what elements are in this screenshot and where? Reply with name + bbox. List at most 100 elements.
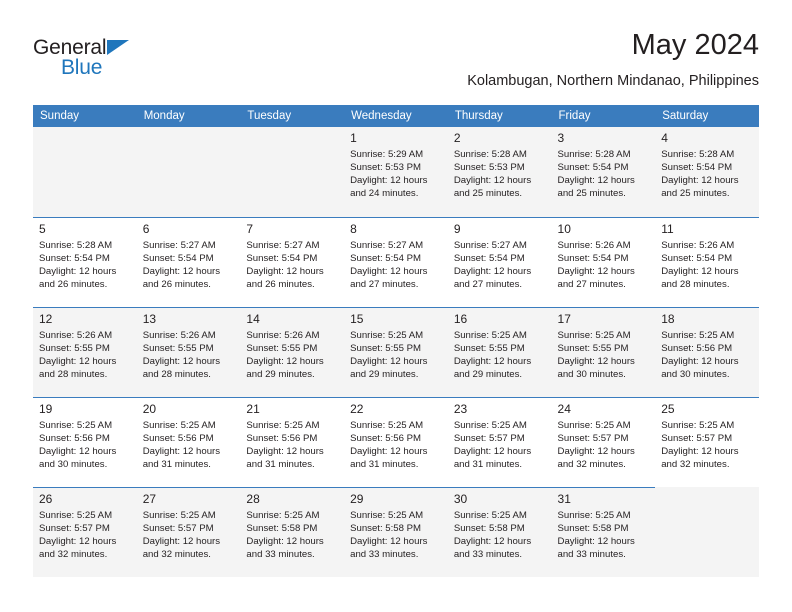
daylight-text-line2: and 33 minutes. bbox=[557, 549, 626, 561]
daylight-text-line1: Daylight: 12 hours bbox=[142, 536, 221, 548]
sunset-text: Sunset: 5:54 PM bbox=[453, 253, 525, 265]
calendar-day-cell[interactable]: 5 Sunrise: 5:28 AM Sunset: 5:54 PM Daylight… bbox=[33, 217, 137, 307]
sunset-text: Sunset: 5:58 PM bbox=[246, 523, 318, 535]
sunrise-text: Sunrise: 5:25 AM bbox=[661, 420, 735, 431]
calendar-day-cell[interactable]: 6 Sunrise: 5:27 AM Sunset: 5:54 PM Daylight… bbox=[136, 217, 241, 307]
calendar-day-cell[interactable]: 27 Sunrise: 5:25 AM Sunset: 5:57 PM Dayligh… bbox=[136, 487, 241, 577]
day-sun-info: Sunrise: 5:27 AM Sunset: 5:54 PM Daylight:… bbox=[454, 239, 546, 291]
calendar-day-cell[interactable]: 11 Sunrise: 5:26 AM Sunset: 5:54 PM Dayligh… bbox=[655, 217, 759, 307]
day-sun-info: Sunrise: 5:28 AM Sunset: 5:54 PM Daylight:… bbox=[558, 148, 650, 200]
daylight-text-line2: and 25 minutes. bbox=[557, 188, 626, 200]
calendar-day-cell[interactable]: 1 Sunrise: 5:29 AM Sunset: 5:53 PM Daylight… bbox=[344, 127, 448, 217]
sunset-text: Sunset: 5:56 PM bbox=[246, 433, 318, 445]
sunset-text: Sunset: 5:57 PM bbox=[39, 523, 110, 535]
calendar-day-cell[interactable]: 20 Sunrise: 5:25 AM Sunset: 5:56 PM Dayligh… bbox=[136, 397, 241, 487]
day-cell-inner: 27 Sunrise: 5:25 AM Sunset: 5:57 PM Dayligh… bbox=[136, 487, 241, 577]
calendar-day-cell[interactable]: 16 Sunrise: 5:25 AM Sunset: 5:55 PM Dayligh… bbox=[447, 307, 552, 397]
daylight-text-line1: Daylight: 12 hours bbox=[453, 266, 532, 278]
day-number: 31 bbox=[557, 492, 571, 506]
sunset-text: Sunset: 5:56 PM bbox=[39, 433, 110, 445]
daylight-text-line1: Daylight: 12 hours bbox=[142, 356, 221, 368]
calendar-day-cell[interactable]: 2 Sunrise: 5:28 AM Sunset: 5:53 PM Daylight… bbox=[447, 127, 552, 217]
day-sun-info: Sunrise: 5:25 AM Sunset: 5:58 PM Daylight:… bbox=[558, 509, 650, 561]
calendar-day-cell[interactable]: 28 Sunrise: 5:25 AM Sunset: 5:58 PM Dayligh… bbox=[240, 487, 345, 577]
day-number bbox=[661, 487, 753, 494]
daylight-text-line1: Daylight: 12 hours bbox=[557, 446, 635, 458]
day-number: 2 bbox=[453, 131, 461, 145]
sunrise-text: Sunrise: 5:27 AM bbox=[453, 240, 527, 251]
day-cell-inner: 18 Sunrise: 5:25 AM Sunset: 5:56 PM Dayligh… bbox=[655, 307, 759, 397]
day-cell-inner: 4 Sunrise: 5:28 AM Sunset: 5:54 PM Daylight… bbox=[655, 127, 759, 217]
daylight-text-line1: Daylight: 12 hours bbox=[661, 266, 739, 278]
sunrise-sunset-calendar: Sunday Monday Tuesday Wednesday Thursday… bbox=[33, 105, 759, 577]
calendar-day-cell[interactable]: 4 Sunrise: 5:28 AM Sunset: 5:54 PM Daylight… bbox=[655, 127, 759, 217]
sunrise-text: Sunrise: 5:27 AM bbox=[142, 240, 216, 251]
day-cell-inner: 24 Sunrise: 5:25 AM Sunset: 5:57 PM Dayligh… bbox=[551, 397, 656, 487]
day-cell-inner: 21 Sunrise: 5:25 AM Sunset: 5:56 PM Dayligh… bbox=[240, 397, 345, 487]
daylight-text-line2: and 25 minutes. bbox=[453, 188, 523, 200]
day-number bbox=[39, 127, 131, 134]
calendar-day-cell[interactable]: 31 Sunrise: 5:25 AM Sunset: 5:58 PM Dayligh… bbox=[551, 487, 656, 577]
calendar-day-cell[interactable]: 19 Sunrise: 5:25 AM Sunset: 5:56 PM Dayligh… bbox=[33, 397, 137, 487]
daylight-text-line1: Daylight: 12 hours bbox=[661, 356, 739, 368]
day-sun-info: Sunrise: 5:25 AM Sunset: 5:55 PM Daylight:… bbox=[350, 329, 442, 381]
day-cell-inner: 11 Sunrise: 5:26 AM Sunset: 5:54 PM Dayligh… bbox=[655, 217, 759, 307]
day-sun-info: Sunrise: 5:26 AM Sunset: 5:55 PM Daylight:… bbox=[39, 329, 131, 381]
calendar-day-cell[interactable]: 3 Sunrise: 5:28 AM Sunset: 5:54 PM Daylight… bbox=[551, 127, 656, 217]
daylight-text-line1: Daylight: 12 hours bbox=[142, 266, 221, 278]
sunset-text: Sunset: 5:57 PM bbox=[557, 433, 629, 445]
calendar-day-cell[interactable]: 23 Sunrise: 5:25 AM Sunset: 5:57 PM Dayligh… bbox=[447, 397, 552, 487]
calendar-day-cell[interactable]: 15 Sunrise: 5:25 AM Sunset: 5:55 PM Dayligh… bbox=[344, 307, 448, 397]
day-number: 24 bbox=[557, 402, 571, 416]
calendar-cell-empty bbox=[136, 127, 241, 217]
day-sun-info: Sunrise: 5:25 AM Sunset: 5:56 PM Daylight:… bbox=[143, 419, 235, 471]
daylight-text-line1: Daylight: 12 hours bbox=[453, 446, 532, 458]
calendar-day-cell[interactable]: 12 Sunrise: 5:26 AM Sunset: 5:55 PM Dayligh… bbox=[33, 307, 137, 397]
sunset-text: Sunset: 5:57 PM bbox=[661, 433, 733, 445]
calendar-day-cell[interactable]: 14 Sunrise: 5:26 AM Sunset: 5:55 PM Dayligh… bbox=[240, 307, 345, 397]
daylight-text-line1: Daylight: 12 hours bbox=[557, 175, 635, 187]
daylight-text-line2: and 26 minutes. bbox=[246, 279, 315, 291]
weekday-header-thursday: Thursday bbox=[447, 105, 552, 127]
daylight-text-line2: and 32 minutes. bbox=[142, 549, 211, 561]
calendar-day-cell[interactable]: 21 Sunrise: 5:25 AM Sunset: 5:56 PM Dayligh… bbox=[240, 397, 345, 487]
calendar-day-cell[interactable]: 30 Sunrise: 5:25 AM Sunset: 5:58 PM Dayligh… bbox=[447, 487, 552, 577]
calendar-day-cell[interactable]: 10 Sunrise: 5:26 AM Sunset: 5:54 PM Dayligh… bbox=[551, 217, 656, 307]
day-sun-info: Sunrise: 5:25 AM Sunset: 5:57 PM Daylight:… bbox=[661, 419, 753, 471]
calendar-day-cell[interactable]: 9 Sunrise: 5:27 AM Sunset: 5:54 PM Daylight… bbox=[447, 217, 552, 307]
calendar-day-cell[interactable]: 26 Sunrise: 5:25 AM Sunset: 5:57 PM Dayligh… bbox=[33, 487, 137, 577]
daylight-text-line2: and 31 minutes. bbox=[142, 459, 211, 471]
calendar-day-cell[interactable]: 29 Sunrise: 5:25 AM Sunset: 5:58 PM Dayligh… bbox=[344, 487, 448, 577]
day-cell-inner: 20 Sunrise: 5:25 AM Sunset: 5:56 PM Dayligh… bbox=[136, 397, 241, 487]
calendar-body: 1 Sunrise: 5:29 AM Sunset: 5:53 PM Daylight… bbox=[33, 127, 759, 577]
day-number: 18 bbox=[661, 312, 675, 326]
day-sun-info: Sunrise: 5:27 AM Sunset: 5:54 PM Daylight:… bbox=[350, 239, 442, 291]
calendar-day-cell[interactable]: 13 Sunrise: 5:26 AM Sunset: 5:55 PM Dayligh… bbox=[136, 307, 241, 397]
calendar-day-cell[interactable]: 25 Sunrise: 5:25 AM Sunset: 5:57 PM Dayligh… bbox=[655, 397, 759, 487]
calendar-day-cell[interactable]: 17 Sunrise: 5:25 AM Sunset: 5:55 PM Dayligh… bbox=[551, 307, 656, 397]
sunset-text: Sunset: 5:55 PM bbox=[142, 343, 214, 355]
day-cell-inner: 25 Sunrise: 5:25 AM Sunset: 5:57 PM Dayligh… bbox=[655, 397, 759, 487]
calendar-cell-empty bbox=[655, 487, 759, 577]
daylight-text-line1: Daylight: 12 hours bbox=[39, 536, 117, 548]
day-sun-info: Sunrise: 5:28 AM Sunset: 5:54 PM Daylight:… bbox=[661, 148, 753, 200]
daylight-text-line2: and 30 minutes. bbox=[39, 459, 108, 471]
day-number: 5 bbox=[39, 222, 46, 236]
daylight-text-line2: and 30 minutes. bbox=[557, 369, 626, 381]
day-cell-inner: 16 Sunrise: 5:25 AM Sunset: 5:55 PM Dayligh… bbox=[447, 307, 552, 397]
day-cell-inner: 29 Sunrise: 5:25 AM Sunset: 5:58 PM Dayligh… bbox=[344, 487, 448, 577]
general-blue-logo[interactable]: General Blue bbox=[33, 36, 183, 84]
sunrise-text: Sunrise: 5:25 AM bbox=[350, 330, 424, 341]
day-number: 15 bbox=[350, 312, 364, 326]
calendar-day-cell[interactable]: 24 Sunrise: 5:25 AM Sunset: 5:57 PM Dayligh… bbox=[551, 397, 656, 487]
day-cell-inner: 1 Sunrise: 5:29 AM Sunset: 5:53 PM Daylight… bbox=[344, 127, 448, 217]
calendar-day-cell[interactable]: 7 Sunrise: 5:27 AM Sunset: 5:54 PM Daylight… bbox=[240, 217, 345, 307]
day-cell-inner: 7 Sunrise: 5:27 AM Sunset: 5:54 PM Daylight… bbox=[240, 217, 345, 307]
calendar-day-cell[interactable]: 8 Sunrise: 5:27 AM Sunset: 5:54 PM Daylight… bbox=[344, 217, 448, 307]
day-cell-inner bbox=[33, 127, 137, 217]
day-sun-info: Sunrise: 5:25 AM Sunset: 5:56 PM Daylight:… bbox=[246, 419, 338, 471]
daylight-text-line1: Daylight: 12 hours bbox=[661, 175, 739, 187]
calendar-day-cell[interactable]: 18 Sunrise: 5:25 AM Sunset: 5:56 PM Dayligh… bbox=[655, 307, 759, 397]
calendar-day-cell[interactable]: 22 Sunrise: 5:25 AM Sunset: 5:56 PM Dayligh… bbox=[344, 397, 448, 487]
day-cell-inner bbox=[655, 487, 759, 577]
